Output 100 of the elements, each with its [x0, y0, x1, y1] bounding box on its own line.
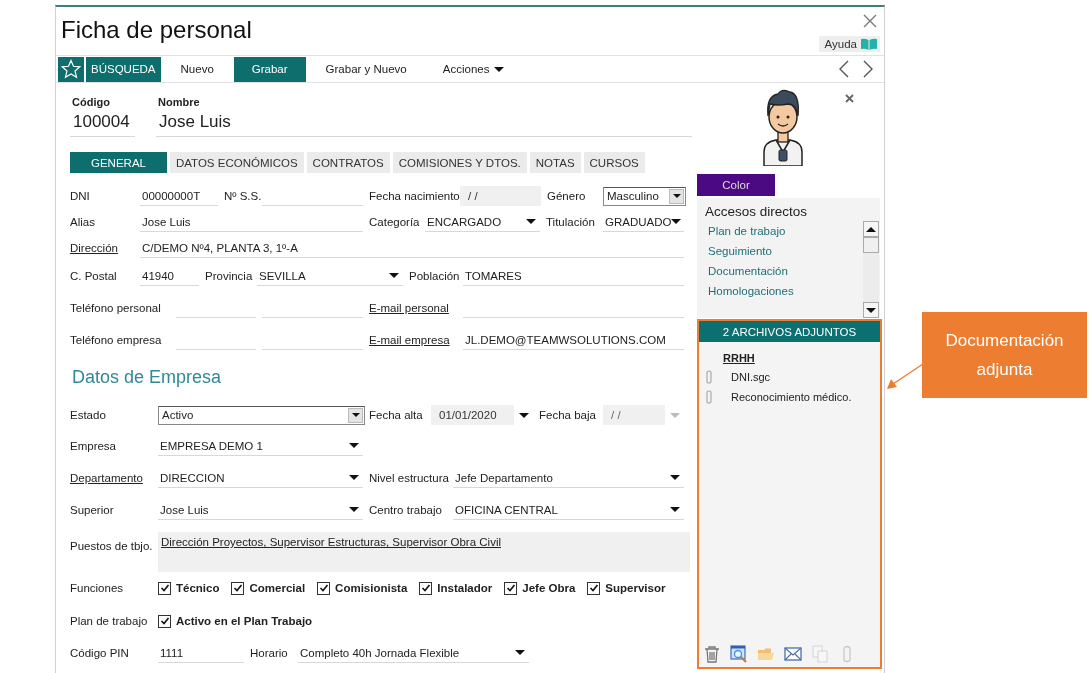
checkbox-label: Supervisor: [605, 582, 666, 594]
search-icon[interactable]: [730, 645, 748, 663]
checkbox-label: Jefe Obra: [522, 582, 576, 594]
file-link[interactable]: DNI.sgc: [731, 371, 771, 383]
dropdown-field[interactable]: SEVILLA: [257, 266, 403, 286]
trash-icon[interactable]: [703, 645, 721, 663]
field-label: Alias: [70, 216, 95, 228]
field-label: Fecha nacimiento: [369, 190, 460, 202]
field-label: Titulación: [546, 216, 595, 228]
field-label: Población: [409, 270, 460, 282]
field-label: Género: [547, 190, 586, 202]
field-label: DNI: [70, 190, 90, 202]
text-field[interactable]: 41940: [140, 266, 199, 286]
label-link[interactable]: Dirección: [70, 242, 118, 254]
panel-title: Accesos directos: [704, 203, 809, 219]
text-field[interactable]: 00000000T: [140, 186, 218, 206]
dropdown-field[interactable]: DIRECCION: [158, 468, 363, 488]
label-link[interactable]: E-mail empresa: [369, 334, 450, 346]
scrollbar[interactable]: [863, 221, 879, 318]
label-link[interactable]: Departamento: [70, 472, 143, 484]
field-label: Fecha alta: [369, 409, 423, 421]
color-button[interactable]: Color: [697, 174, 775, 196]
field-label: Código PIN: [70, 647, 129, 659]
checkbox[interactable]: [419, 581, 433, 595]
close-icon[interactable]: [863, 14, 877, 28]
field-label: Teléfono empresa: [70, 334, 162, 346]
checkbox[interactable]: [317, 581, 331, 595]
menu-button[interactable]: Acciones: [426, 56, 521, 82]
dropdown-field[interactable]: Activo: [158, 405, 365, 425]
text-field[interactable]: 1111: [158, 643, 244, 663]
tab[interactable]: DATOS ECONÓMICOS: [169, 152, 304, 173]
text-field[interactable]: TOMARES: [463, 266, 684, 286]
shortcut-link[interactable]: Seguimiento: [708, 245, 772, 257]
toolbar-button[interactable]: Nuevo: [164, 56, 230, 82]
tab[interactable]: GENERAL: [70, 152, 167, 173]
caret-icon: [670, 507, 680, 512]
checkbox[interactable]: [158, 614, 171, 628]
search-button[interactable]: BÚSQUEDA: [86, 56, 161, 82]
field-label: C. Postal: [70, 270, 117, 282]
text-field[interactable]: C/DEMO Nº4, PLANTA 3, 1º-A: [140, 238, 684, 258]
tab[interactable]: COMISIONES Y DTOS.: [392, 152, 527, 173]
dropdown-field[interactable]: Masculino: [603, 186, 686, 206]
toolbar-button[interactable]: Grabar: [233, 56, 306, 82]
next-icon[interactable]: [862, 60, 874, 78]
dropdown-field[interactable]: Completo 40h Jornada Flexible: [298, 643, 529, 663]
shortcut-link[interactable]: Documentación: [708, 265, 788, 277]
favorite-button[interactable]: [58, 56, 84, 82]
dropdown-field[interactable]: Jose Luis: [158, 500, 363, 520]
caret-icon: [671, 219, 682, 224]
dropdown-field[interactable]: Jefe Departamento: [453, 468, 684, 488]
text-field[interactable]: JL.DEMO@TEAMWSOLUTIONS.COM: [463, 330, 684, 350]
dropdown-field[interactable]: OFICINA CENTRAL: [453, 500, 684, 520]
field-label: Teléfono personal: [70, 302, 161, 314]
dropdown-field[interactable]: EMPRESA DEMO 1: [158, 436, 363, 456]
text-area[interactable]: Dirección Proyectos, Supervisor Estructuras, Supervisor Obra Civil: [158, 532, 690, 572]
date-field[interactable]: 01/01/2020: [431, 405, 514, 425]
checkbox[interactable]: [158, 581, 171, 595]
dropdown-field[interactable]: GRADUADO: [603, 212, 684, 232]
previous-icon[interactable]: [838, 60, 850, 78]
text-field[interactable]: Jose Luis: [140, 212, 363, 232]
shortcut-link[interactable]: Plan de trabajo: [708, 225, 786, 237]
file-link[interactable]: Reconocimiento médico.: [731, 391, 852, 403]
checkbox[interactable]: [504, 581, 518, 595]
field-label: Plan de trabajo: [70, 615, 148, 627]
label-link[interactable]: E-mail personal: [369, 302, 449, 314]
checkbox-label: Comisionista: [335, 582, 408, 594]
help-button[interactable]: Ayuda: [818, 36, 880, 52]
field-label: Nivel estructura: [369, 472, 449, 484]
field-label: Horario: [250, 647, 288, 659]
link[interactable]: Dirección Proyectos, Supervisor Estructuras, Supervisor Obra Civil: [161, 536, 501, 548]
field-label: Fecha baja: [539, 409, 596, 421]
close-icon[interactable]: [845, 94, 854, 103]
caret-icon: [349, 507, 359, 512]
tab[interactable]: CONTRATOS: [306, 152, 390, 173]
caret-icon[interactable]: [519, 412, 529, 418]
star-icon: [61, 59, 81, 79]
date-field[interactable]: / /: [460, 186, 541, 206]
envelope-icon[interactable]: [784, 645, 802, 663]
checkbox-label: Comercial: [249, 582, 306, 594]
folder-label[interactable]: RRHH: [723, 352, 880, 364]
field-label: Empresa: [70, 440, 117, 452]
window-title: Ficha de personal: [61, 16, 252, 45]
caret-icon: [515, 650, 525, 655]
section-heading: Datos de Empresa: [71, 367, 222, 388]
field-label: Funciones: [70, 582, 124, 594]
dropdown-field[interactable]: ENCARGADO: [425, 212, 540, 232]
checkbox-label: Activo en el Plan Trabajo: [176, 615, 313, 627]
shortcut-link[interactable]: Homologaciones: [708, 285, 794, 297]
checkbox[interactable]: [587, 581, 601, 595]
caret-icon: [670, 475, 680, 480]
name-field[interactable]: Jose Luis: [156, 108, 692, 137]
tab[interactable]: NOTAS: [529, 152, 581, 173]
paperclip-icon: [705, 370, 713, 384]
toolbar-button[interactable]: Grabar y Nuevo: [309, 56, 423, 82]
paperclip-icon: [705, 390, 713, 404]
code-field[interactable]: 100004: [70, 108, 135, 137]
field-label: Puestos de tbjo.: [70, 540, 153, 552]
checkbox[interactable]: [231, 581, 245, 595]
book-icon: [861, 38, 877, 50]
tab[interactable]: CURSOS: [583, 152, 645, 173]
